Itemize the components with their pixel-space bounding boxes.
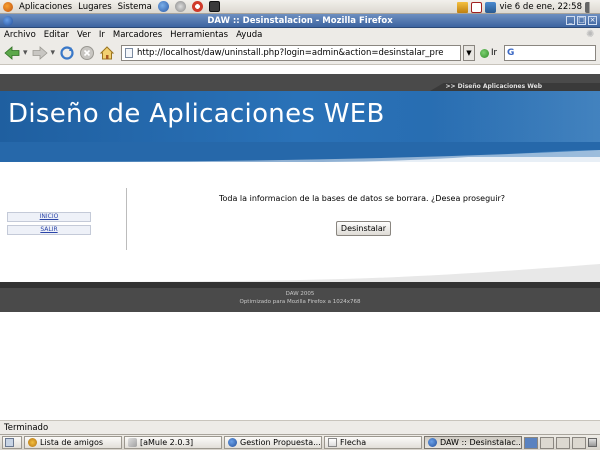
footer-curve-decoration bbox=[0, 264, 600, 282]
minimize-button[interactable]: _ bbox=[566, 16, 575, 25]
site-footer: DAW 2005 Optimizado para Mozilla Firefox… bbox=[0, 282, 600, 312]
page-content: >> Diseño Aplicaciones Web Diseño de Apl… bbox=[0, 66, 600, 420]
taskbar-label: [aMule 2.0.3] bbox=[140, 438, 194, 447]
menu-ver[interactable]: Ver bbox=[77, 30, 91, 40]
search-input[interactable]: G bbox=[504, 45, 596, 61]
go-button[interactable]: Ir bbox=[480, 48, 497, 58]
back-arrow-icon bbox=[4, 46, 20, 60]
url-history-dropdown[interactable]: ▼ bbox=[463, 45, 475, 61]
taskbar-item-lista-de-amigos[interactable]: Lista de amigos bbox=[24, 436, 122, 449]
status-bar: Terminado bbox=[0, 420, 600, 434]
taskbar: Lista de amigos [aMule 2.0.3] Gestion Pr… bbox=[0, 434, 600, 450]
taskbar-label: Gestion Propuesta... bbox=[240, 438, 321, 447]
firefox-icon bbox=[228, 438, 237, 447]
site-top-strip: >> Diseño Aplicaciones Web bbox=[0, 74, 600, 91]
reload-icon bbox=[60, 46, 74, 60]
workspace-1[interactable] bbox=[524, 436, 538, 449]
menu-herramientas[interactable]: Herramientas bbox=[170, 30, 228, 40]
go-icon bbox=[480, 48, 489, 58]
menubar: Archivo Editar Ver Ir Marcadores Herrami… bbox=[0, 28, 600, 42]
taskbar-label: Lista de amigos bbox=[40, 438, 104, 447]
menu-sistema[interactable]: Sistema bbox=[118, 2, 152, 12]
network-tray-icon[interactable] bbox=[485, 1, 497, 13]
forward-history-dropdown-icon[interactable]: ▾ bbox=[51, 48, 56, 58]
footer-line-1: DAW 2005 bbox=[285, 291, 315, 297]
uninstall-button[interactable]: Desinstalar bbox=[336, 221, 391, 236]
menu-lugares[interactable]: Lugares bbox=[78, 2, 112, 12]
terminal-launcher-icon[interactable] bbox=[208, 1, 220, 12]
menu-archivo[interactable]: Archivo bbox=[4, 30, 36, 40]
url-input[interactable]: http://localhost/daw/uninstall.php?login… bbox=[121, 45, 461, 61]
home-button[interactable] bbox=[98, 44, 116, 62]
taskbar-item-gestion-propuesta[interactable]: Gestion Propuesta... bbox=[224, 436, 322, 449]
reload-button[interactable] bbox=[58, 44, 76, 62]
stop-icon bbox=[80, 46, 95, 60]
close-button[interactable]: × bbox=[588, 16, 597, 25]
workspace-4[interactable] bbox=[572, 436, 586, 449]
forward-arrow-icon bbox=[32, 46, 48, 60]
volume-icon[interactable] bbox=[585, 1, 596, 13]
sidebar-link-inicio[interactable]: INICIO bbox=[7, 212, 91, 222]
workspace-3[interactable] bbox=[556, 436, 570, 449]
image-viewer-icon bbox=[328, 438, 337, 447]
clock[interactable]: vie 6 de ene, 22:58 bbox=[499, 2, 582, 12]
user-tray-icon[interactable] bbox=[457, 1, 469, 13]
back-button[interactable] bbox=[3, 44, 21, 62]
stop-button[interactable] bbox=[78, 44, 96, 62]
banner-curve-decoration bbox=[0, 142, 600, 162]
menu-aplicaciones[interactable]: Aplicaciones bbox=[19, 2, 72, 12]
confirmation-message: Toda la informacion de la bases de datos… bbox=[218, 194, 505, 203]
top-panel: Aplicaciones Lugares Sistema vie 6 de en… bbox=[0, 0, 600, 14]
menu-ayuda[interactable]: Ayuda bbox=[236, 30, 262, 40]
maximize-button[interactable]: □ bbox=[577, 16, 586, 25]
navigation-toolbar: ▾ ▾ http://localhost/daw/uninstall.php?l… bbox=[0, 42, 600, 65]
window-title: DAW :: Desinstalacion - Mozilla Firefox bbox=[207, 15, 393, 26]
gnome-foot-icon[interactable] bbox=[3, 1, 13, 12]
gaim-icon bbox=[28, 438, 37, 447]
home-icon bbox=[99, 46, 115, 60]
firefox-launcher-icon[interactable] bbox=[157, 1, 169, 12]
taskbar-label: Flecha bbox=[340, 438, 367, 447]
desktop-icon bbox=[5, 438, 14, 447]
footer-line-2: Optimizado para Mozilla Firefox a 1024x7… bbox=[239, 299, 361, 305]
site-tab-text: >> Diseño Aplicaciones Web bbox=[445, 83, 542, 90]
go-label: Ir bbox=[491, 48, 498, 58]
url-text: http://localhost/daw/uninstall.php?login… bbox=[137, 48, 444, 58]
site-sidebar: INICIO SALIR bbox=[0, 188, 127, 250]
window-title-bar[interactable]: DAW :: Desinstalacion - Mozilla Firefox … bbox=[0, 14, 600, 28]
firefox-icon bbox=[428, 438, 437, 447]
taskbar-label: DAW :: Desinstalac... bbox=[440, 438, 522, 447]
help-launcher-icon[interactable] bbox=[191, 1, 203, 12]
taskbar-item-amule[interactable]: [aMule 2.0.3] bbox=[124, 436, 222, 449]
forward-button[interactable] bbox=[31, 44, 49, 62]
throbber-icon: ✺ bbox=[586, 29, 595, 40]
amule-icon bbox=[128, 438, 137, 447]
settings-launcher-icon[interactable] bbox=[174, 1, 186, 12]
firefox-window-icon[interactable] bbox=[3, 16, 13, 26]
show-desktop-button[interactable] bbox=[2, 436, 22, 449]
google-search-icon: G bbox=[507, 48, 515, 58]
taskbar-item-daw-desinstalacion[interactable]: DAW :: Desinstalac... bbox=[424, 436, 522, 449]
workspace-2[interactable] bbox=[540, 436, 554, 449]
site-tab: >> Diseño Aplicaciones Web bbox=[430, 83, 600, 91]
menu-marcadores[interactable]: Marcadores bbox=[113, 30, 162, 40]
gmail-tray-icon[interactable] bbox=[471, 1, 483, 13]
status-text: Terminado bbox=[4, 422, 49, 433]
taskbar-item-flecha[interactable]: Flecha bbox=[324, 436, 422, 449]
menu-ir[interactable]: Ir bbox=[99, 30, 105, 40]
banner-title: Diseño de Aplicaciones WEB bbox=[8, 99, 385, 129]
back-history-dropdown-icon[interactable]: ▾ bbox=[23, 48, 28, 58]
sidebar-link-salir[interactable]: SALIR bbox=[7, 225, 91, 235]
trash-icon[interactable] bbox=[588, 438, 597, 447]
page-icon bbox=[125, 48, 133, 58]
menu-editar[interactable]: Editar bbox=[44, 30, 69, 40]
